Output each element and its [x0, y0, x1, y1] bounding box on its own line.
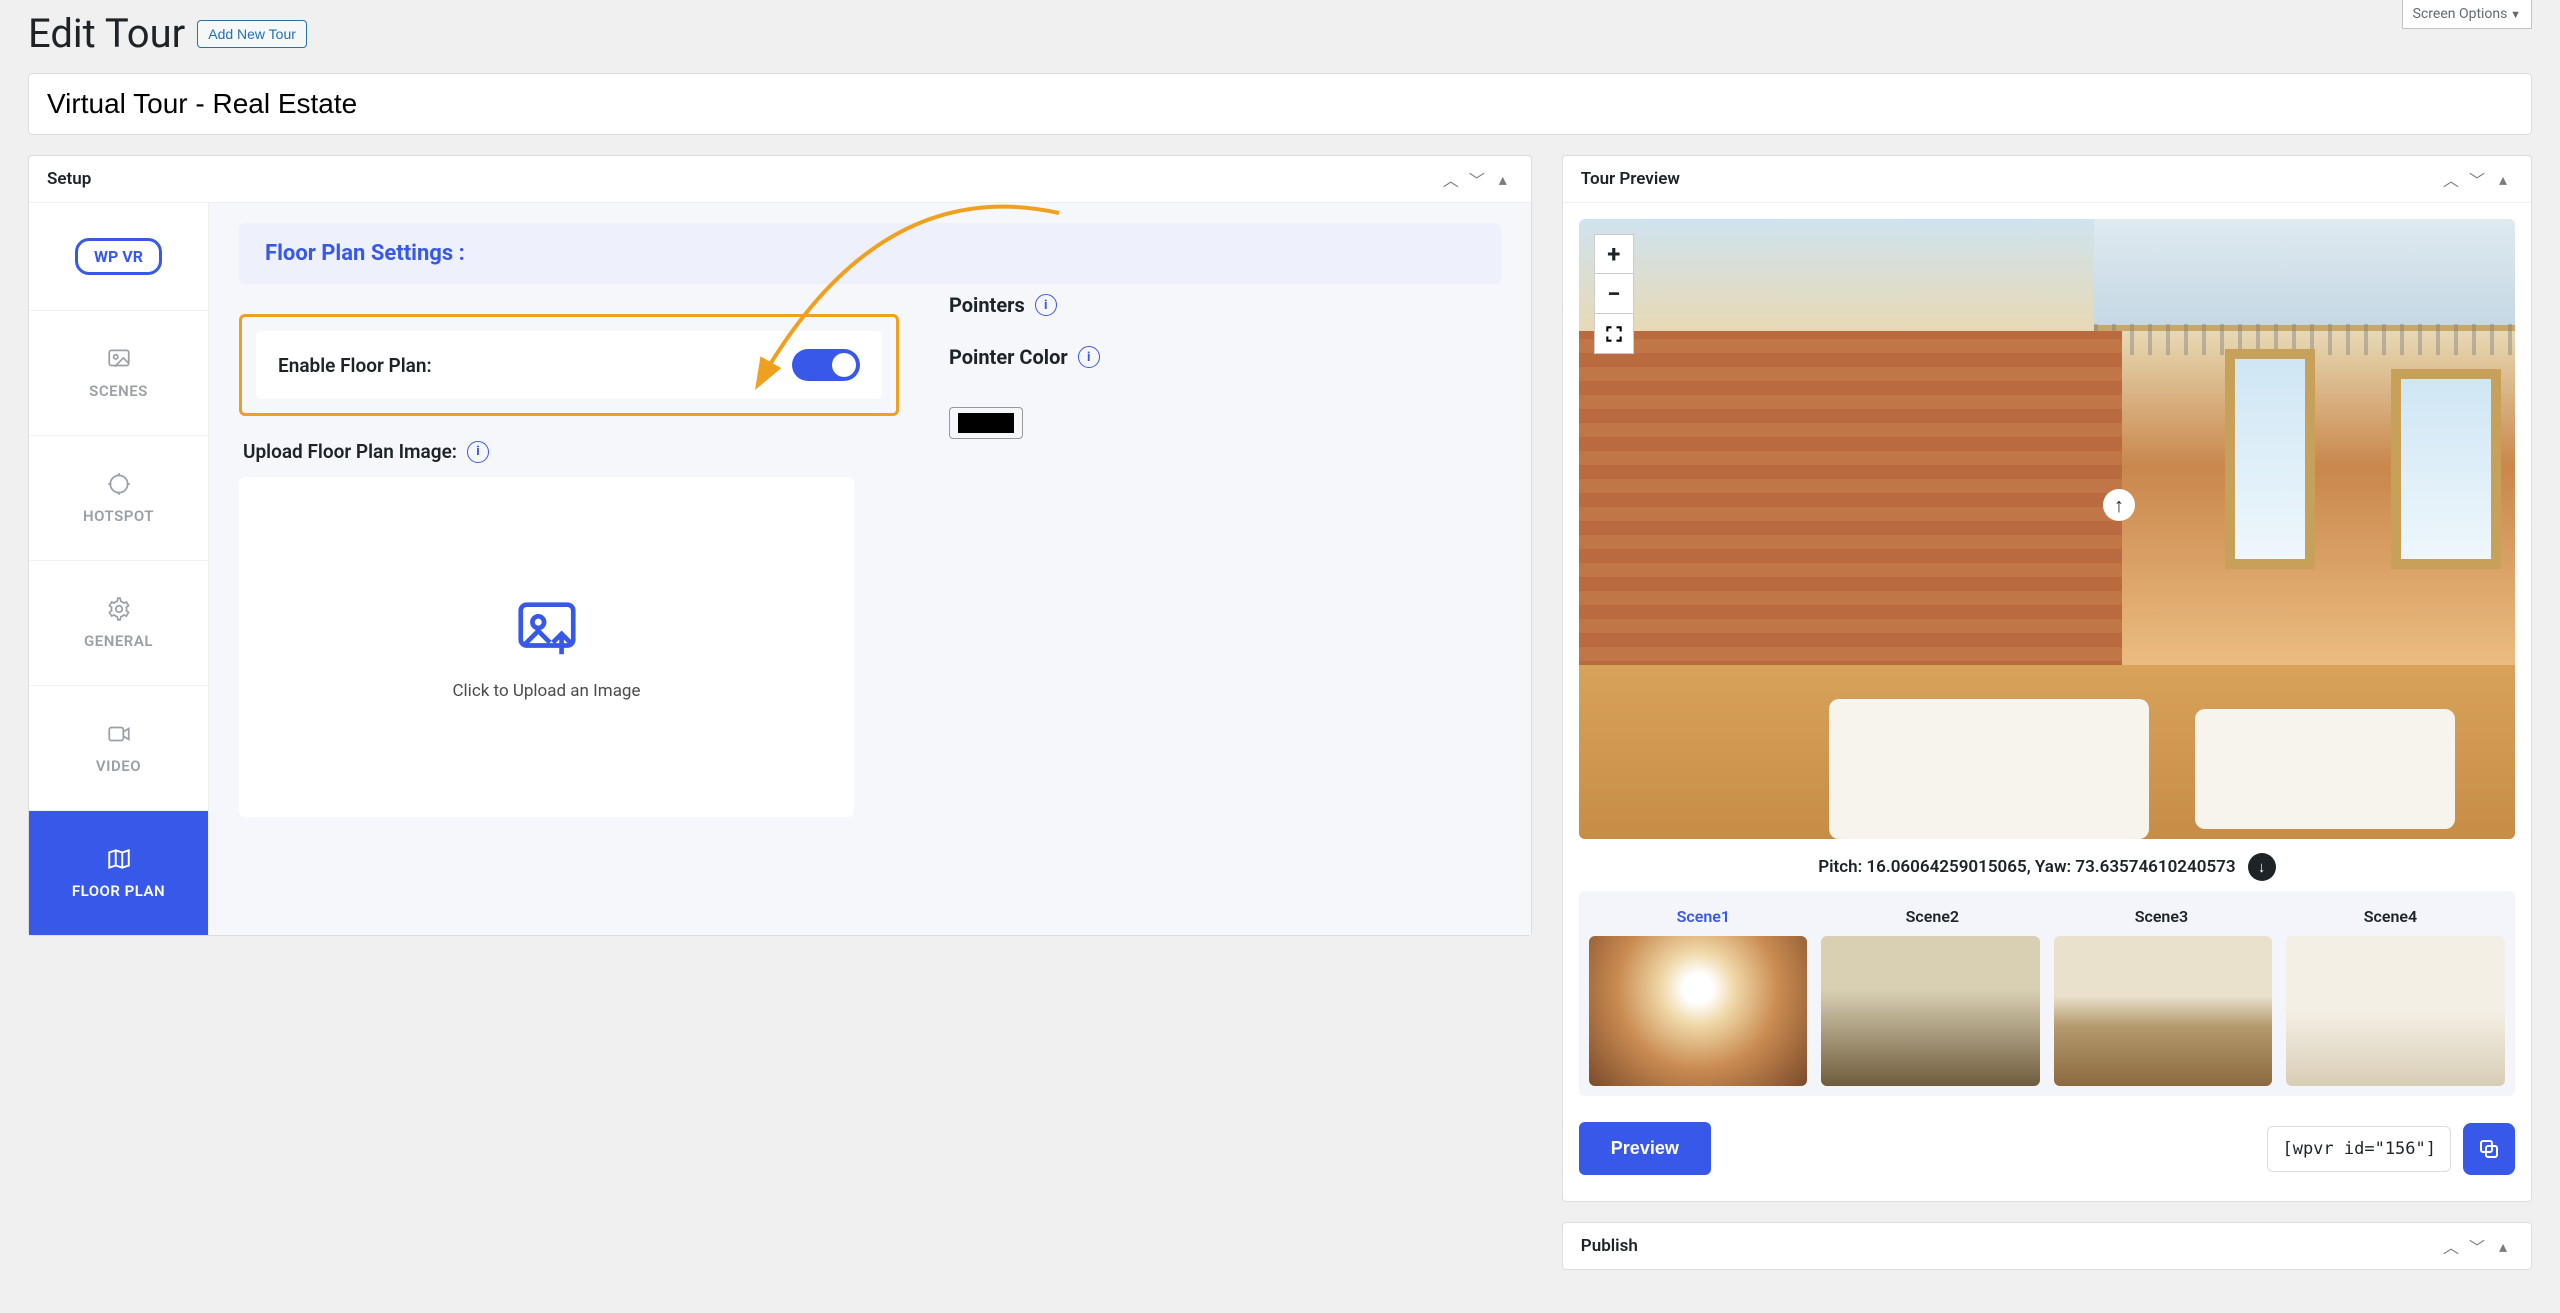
preview-button[interactable]: Preview — [1579, 1122, 1711, 1175]
pointer-color-label: Pointer Color — [949, 345, 1068, 369]
tour-preview-title: Tour Preview — [1581, 169, 1680, 189]
upload-image-icon — [512, 593, 582, 663]
page-title: Edit Tour — [28, 10, 185, 57]
zoom-out-button[interactable]: − — [1594, 274, 1634, 314]
collapse-icon[interactable]: ▴ — [2493, 169, 2513, 189]
move-up-icon[interactable]: ︿ — [2441, 169, 2461, 189]
scene-tab-2[interactable]: Scene2 — [1906, 907, 1959, 926]
scene-thumb-1[interactable] — [1589, 936, 1808, 1086]
copy-shortcode-button[interactable] — [2463, 1123, 2515, 1175]
publish-metabox: Publish ︿ ﹀ ▴ — [1562, 1222, 2532, 1270]
enable-floor-plan-toggle[interactable] — [792, 349, 860, 381]
nav-hotspot[interactable]: HOTSPOT — [29, 435, 208, 560]
nav-floor-plan-label: FLOOR PLAN — [72, 882, 165, 900]
move-down-icon[interactable]: ﹀ — [1467, 169, 1487, 189]
tour-preview-metabox: Tour Preview ︿ ﹀ ▴ — [1562, 155, 2532, 1202]
nav-video-label: VIDEO — [96, 757, 141, 775]
nav-hotspot-label: HOTSPOT — [83, 507, 154, 525]
panorama-viewer[interactable]: + − ↑ — [1579, 219, 2515, 839]
nav-general[interactable]: GENERAL — [29, 560, 208, 685]
enable-floor-plan-label: Enable Floor Plan: — [278, 354, 432, 377]
setup-metabox: Setup ︿ ﹀ ▴ WP VR SC — [28, 155, 1532, 936]
nav-general-label: GENERAL — [84, 632, 153, 650]
publish-metabox-title: Publish — [1581, 1236, 1638, 1256]
scene-tab-3[interactable]: Scene3 — [2135, 907, 2188, 926]
download-stats-button[interactable]: ↓ — [2248, 853, 2276, 881]
compass-icon: ↑ — [2103, 489, 2135, 521]
setup-metabox-title: Setup — [47, 169, 91, 189]
move-down-icon[interactable]: ﹀ — [2467, 169, 2487, 189]
image-icon — [106, 346, 132, 372]
copy-icon — [2477, 1137, 2501, 1161]
target-icon — [106, 471, 132, 497]
scene-thumb-4[interactable] — [2286, 936, 2505, 1086]
collapse-icon[interactable]: ▴ — [2493, 1236, 2513, 1256]
scene-thumb-3[interactable] — [2054, 936, 2273, 1086]
map-icon — [106, 846, 132, 872]
setup-vertical-nav: WP VR SCENES HOTSPOT GENERAL — [29, 203, 209, 935]
preview-stats-text: Pitch: 16.06064259015065, Yaw: 73.635746… — [1818, 857, 2235, 877]
nav-floor-plan[interactable]: FLOOR PLAN — [29, 810, 208, 935]
screen-options-button[interactable]: Screen Options — [2402, 0, 2532, 29]
upload-image-label: Upload Floor Plan Image: — [243, 440, 457, 463]
add-new-tour-button[interactable]: Add New Tour — [197, 20, 307, 48]
move-down-icon[interactable]: ﹀ — [2467, 1236, 2487, 1256]
wpvr-logo: WP VR — [29, 203, 208, 310]
scene-tab-4[interactable]: Scene4 — [2364, 907, 2417, 926]
tour-title-input[interactable] — [28, 73, 2532, 135]
zoom-in-button[interactable]: + — [1594, 234, 1634, 274]
info-icon[interactable]: i — [1078, 346, 1100, 368]
nav-scenes[interactable]: SCENES — [29, 310, 208, 435]
nav-scenes-label: SCENES — [89, 382, 148, 400]
info-icon[interactable]: i — [1035, 294, 1057, 316]
nav-video[interactable]: VIDEO — [29, 685, 208, 810]
video-icon — [106, 721, 132, 747]
pointer-color-picker[interactable] — [949, 407, 1023, 439]
info-icon[interactable]: i — [467, 441, 489, 463]
move-up-icon[interactable]: ︿ — [2441, 1236, 2461, 1256]
fullscreen-icon — [1604, 324, 1624, 344]
collapse-icon[interactable]: ▴ — [1493, 169, 1513, 189]
upload-floor-plan-zone[interactable]: Click to Upload an Image — [239, 477, 854, 817]
fullscreen-button[interactable] — [1594, 314, 1634, 354]
pointers-label: Pointers — [949, 293, 1025, 317]
gear-icon — [106, 596, 132, 622]
scene-tab-1[interactable]: Scene1 — [1677, 907, 1730, 926]
scene-thumb-2[interactable] — [1821, 936, 2040, 1086]
settings-title: Floor Plan Settings : — [265, 241, 1475, 266]
shortcode-text: [wpvr id="156"] — [2267, 1126, 2451, 1172]
pointer-color-swatch — [958, 413, 1014, 433]
enable-floor-plan-highlight: Enable Floor Plan: — [239, 314, 899, 416]
upload-cta-text: Click to Upload an Image — [452, 681, 640, 701]
move-up-icon[interactable]: ︿ — [1441, 169, 1461, 189]
